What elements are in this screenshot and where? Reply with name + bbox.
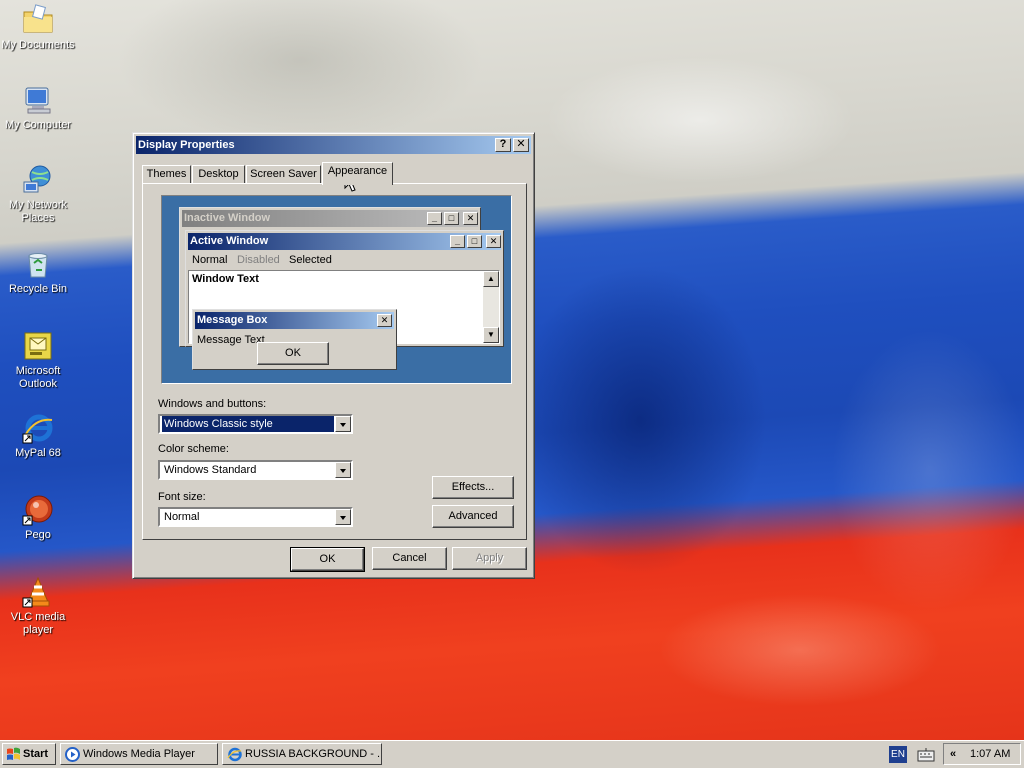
chevron-down-icon[interactable]	[335, 416, 351, 432]
message-box-title: Message Box	[197, 314, 268, 326]
active-window-titlebar: Active Window _ □ ✕	[188, 233, 501, 250]
desktop-icon-label: Microsoft Outlook	[15, 365, 61, 390]
appearance-preview: Inactive Window _ □ ✕ Active Window _ □ …	[161, 195, 512, 384]
folder-icon	[22, 4, 54, 36]
advanced-button[interactable]: Advanced	[432, 505, 514, 528]
minimize-icon: _	[427, 212, 442, 225]
desktop-icon-microsoft-outlook[interactable]: Microsoft Outlook	[0, 330, 76, 391]
inactive-window-titlebar: Inactive Window _ □ ✕	[182, 210, 478, 227]
ok-button[interactable]: OK	[290, 547, 365, 572]
font-size-select[interactable]: Normal	[158, 507, 353, 527]
task-label: Windows Media Player	[83, 748, 195, 760]
windows-buttons-value: Windows Classic style	[162, 416, 334, 432]
message-box-preview: Message Box ✕ Message Text OK	[192, 309, 397, 370]
help-button[interactable]: ?	[495, 138, 511, 152]
start-button[interactable]: Start	[2, 743, 56, 765]
desktop-icon-label: VLC media player	[10, 611, 66, 636]
color-scheme-label: Color scheme:	[158, 443, 229, 455]
preview-menu-bar: Normal Disabled Selected	[188, 252, 500, 268]
desktop-icon-pego[interactable]: Pego	[0, 494, 76, 542]
desktop-icon-label: My Documents	[1, 39, 75, 51]
font-size-label: Font size:	[158, 491, 206, 503]
pego-icon	[22, 494, 54, 526]
active-window-title: Active Window	[190, 235, 269, 247]
maximize-icon: □	[444, 212, 459, 225]
menu-selected: Selected	[289, 254, 332, 266]
close-icon: ✕	[377, 314, 392, 327]
maximize-icon: □	[467, 235, 482, 248]
apply-button[interactable]: Apply	[452, 547, 527, 570]
close-icon: ✕	[463, 212, 478, 225]
tab-themes[interactable]: Themes	[142, 165, 191, 184]
task-russia-background[interactable]: RUSSIA BACKGROUND - ...	[222, 743, 382, 765]
tab-desktop[interactable]: Desktop	[192, 165, 245, 184]
dialog-titlebar[interactable]: Display Properties ? ✕	[136, 136, 531, 154]
windows-buttons-select[interactable]: Windows Classic style	[158, 414, 353, 434]
font-size-value: Normal	[164, 511, 200, 523]
desktop-icon-my-network-places[interactable]: My Network Places	[0, 164, 76, 225]
message-text: Message Text	[197, 334, 265, 346]
close-icon: ✕	[486, 235, 501, 248]
close-button[interactable]: ✕	[513, 138, 529, 152]
windows-logo-icon	[7, 747, 20, 760]
task-windows-media-player[interactable]: Windows Media Player	[60, 743, 218, 765]
tab-screen-saver[interactable]: Screen Saver	[246, 165, 321, 184]
chevron-down-icon[interactable]	[335, 509, 351, 525]
outlook-icon	[22, 330, 54, 362]
scroll-up-icon: ▲	[483, 271, 499, 287]
desktop-icon-label: My Network Places	[8, 199, 68, 224]
windows-buttons-label: Windows and buttons:	[158, 398, 267, 410]
keyboard-icon[interactable]	[917, 747, 935, 762]
computer-icon	[22, 84, 54, 116]
desktop-icon-my-computer[interactable]: My Computer	[0, 84, 76, 132]
inactive-window-title: Inactive Window	[184, 212, 271, 224]
desktop-icon-mypal-68[interactable]: MyPal 68	[0, 412, 76, 460]
desktop-icon-recycle-bin[interactable]: Recycle Bin	[0, 248, 76, 296]
preview-ok-button: OK	[257, 342, 329, 365]
browser-icon	[227, 747, 242, 762]
media-player-icon	[65, 747, 80, 762]
message-box-titlebar: Message Box ✕	[195, 312, 394, 329]
menu-disabled: Disabled	[237, 254, 280, 266]
desktop-icon-label: Recycle Bin	[8, 283, 68, 295]
effects-button[interactable]: Effects...	[432, 476, 514, 499]
display-properties-dialog: Display Properties ? ✕ Themes Desktop Sc…	[132, 132, 535, 579]
desktop-icon-vlc[interactable]: VLC media player	[0, 576, 76, 637]
appearance-panel: Inactive Window _ □ ✕ Active Window _ □ …	[142, 183, 527, 540]
minimize-icon: _	[450, 235, 465, 248]
scroll-down-icon: ▼	[483, 327, 499, 343]
browser-icon	[22, 412, 54, 444]
show-hidden-icons-chevron-icon[interactable]: «	[950, 744, 956, 764]
cancel-button[interactable]: Cancel	[372, 547, 447, 570]
desktop-icon-label: MyPal 68	[15, 447, 61, 459]
dialog-title: Display Properties	[138, 139, 235, 151]
system-tray: « 1:07 AM	[943, 743, 1021, 765]
recycle-bin-icon	[22, 248, 54, 280]
desktop-icon-my-documents[interactable]: My Documents	[0, 4, 76, 52]
tab-appearance[interactable]: Appearance	[322, 162, 393, 185]
menu-normal: Normal	[192, 254, 228, 266]
start-label: Start	[23, 748, 49, 760]
desktop-icon-label: Pego	[25, 529, 51, 541]
task-label: RUSSIA BACKGROUND - ...	[245, 748, 382, 760]
window-text: Window Text	[192, 273, 259, 285]
clock[interactable]: 1:07 AM	[970, 744, 1010, 764]
color-scheme-value: Windows Standard	[164, 464, 257, 476]
desktop-icon-label: My Computer	[4, 119, 72, 131]
taskbar: Start Windows Media Player RUSSIA BACKGR…	[0, 740, 1024, 768]
language-indicator[interactable]: EN	[889, 746, 907, 763]
color-scheme-select[interactable]: Windows Standard	[158, 460, 353, 480]
network-icon	[22, 164, 54, 196]
preview-scrollbar: ▲ ▼	[483, 271, 499, 343]
vlc-icon	[22, 576, 54, 608]
chevron-down-icon[interactable]	[335, 462, 351, 478]
